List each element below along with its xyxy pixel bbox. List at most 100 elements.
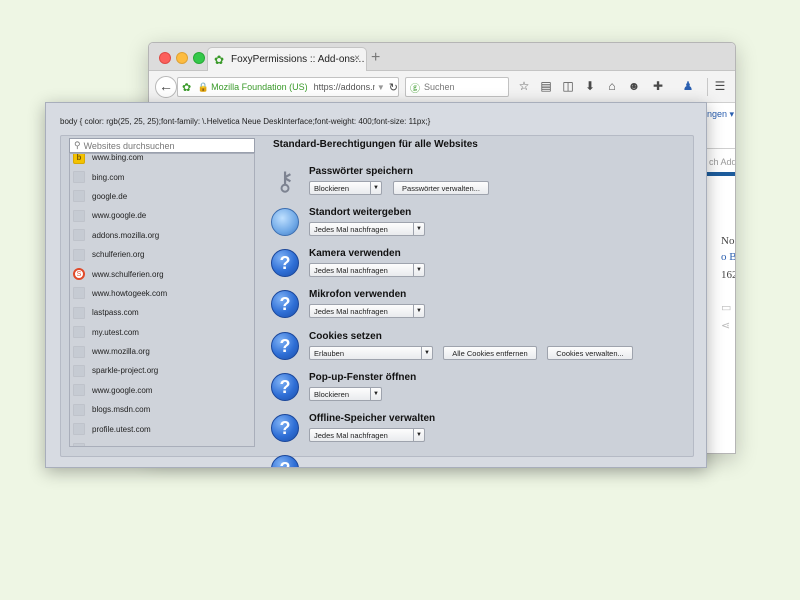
permission-offline-storage: ? Offline-Speicher verwalten Jedes Mal n…	[271, 413, 671, 451]
site-domain: profile.utest.com	[92, 424, 151, 434]
page-accent-bar	[705, 172, 735, 176]
minimize-window-button[interactable]	[176, 52, 188, 64]
bookmark-star-icon[interactable]: ☆	[517, 79, 531, 93]
permission-label: Standort weitergeben	[309, 207, 412, 218]
schulferien-icon: S	[73, 268, 85, 281]
blank-site-icon	[73, 384, 85, 397]
site-list-item[interactable]	[70, 439, 254, 446]
url-dropdown-icon[interactable]: ▼	[377, 83, 385, 92]
site-list-item[interactable]: sparkle-project.org	[70, 361, 254, 380]
close-window-button[interactable]	[159, 52, 171, 64]
passwords-select[interactable]: Blockieren ▼	[309, 181, 382, 195]
microphone-select[interactable]: Jedes Mal nachfragen ▼	[309, 304, 425, 318]
chevron-down-icon: ▼	[370, 182, 381, 194]
pocket-icon[interactable]: ◫	[561, 79, 575, 93]
permission-next-partial: ?	[271, 454, 671, 467]
site-list-item[interactable]: www.howtogeek.com	[70, 284, 254, 303]
new-tab-button[interactable]: +	[371, 49, 380, 67]
site-domain: lastpass.com	[92, 308, 139, 318]
site-domain: www.google.com	[92, 385, 153, 395]
site-identity[interactable]: Mozilla Foundation (US)	[211, 82, 308, 92]
select-value: Blockieren	[314, 183, 350, 193]
downloads-icon[interactable]: ⬇	[583, 79, 597, 93]
blank-site-icon	[73, 209, 85, 222]
tab-close-icon[interactable]: ×	[354, 53, 360, 64]
share-icon[interactable]: ⋖	[721, 319, 730, 332]
blank-site-icon	[73, 171, 85, 184]
home-icon[interactable]: ⌂	[605, 79, 619, 93]
search-placeholder: Suchen	[424, 82, 455, 92]
help-icon: ?	[271, 414, 299, 442]
reload-icon[interactable]: ↻	[389, 81, 398, 94]
back-button[interactable]: ←	[155, 76, 177, 98]
permission-label: Offline-Speicher verwalten	[309, 413, 436, 424]
search-bar[interactable]: ⓖ Suchen	[405, 77, 509, 97]
site-domain: bing.com	[92, 172, 125, 182]
cookies-select[interactable]: Erlauben ▼	[309, 346, 433, 360]
bookmarks-list-icon[interactable]: ▤	[539, 79, 553, 93]
site-list-item[interactable]: blogs.msdn.com	[70, 400, 254, 419]
site-list-item[interactable]: b www.bing.com	[70, 153, 254, 167]
page-divider	[705, 148, 735, 149]
foxypermissions-icon[interactable]: ♟	[681, 79, 695, 93]
extension-icon: ✿	[182, 81, 192, 94]
page-menu-link[interactable]: ngen ▾	[707, 109, 734, 120]
site-list-item[interactable]: www.mozilla.org	[70, 342, 254, 361]
chevron-down-icon: ▼	[413, 305, 424, 317]
site-domain: www.bing.com	[92, 153, 144, 163]
site-list-item[interactable]: profile.utest.com	[70, 419, 254, 438]
remove-all-cookies-button[interactable]: Alle Cookies entfernen	[443, 346, 537, 360]
zoom-window-button[interactable]	[193, 52, 205, 64]
site-search-input[interactable]: ⚲ Websites durchsuchen	[69, 138, 255, 153]
site-domain: www.google.de	[92, 211, 147, 221]
manage-passwords-button[interactable]: Passwörter verwalten...	[393, 181, 489, 195]
site-list-item[interactable]: www.google.de	[70, 206, 254, 225]
offline-storage-select[interactable]: Jedes Mal nachfragen ▼	[309, 428, 425, 442]
site-list-item[interactable]: my.utest.com	[70, 323, 254, 342]
site-list-item[interactable]: bing.com	[70, 167, 254, 186]
blank-site-icon	[73, 248, 85, 261]
permission-label: Cookies setzen	[309, 331, 382, 342]
popups-select[interactable]: Blockieren ▼	[309, 387, 382, 401]
permissions-title: Standard-Berechtigungen für alle Website…	[273, 139, 478, 150]
site-domain: www.schulferien.org	[92, 269, 164, 279]
site-list-item[interactable]: www.google.com	[70, 381, 254, 400]
page-search-text[interactable]: ch Add	[709, 157, 735, 167]
manage-cookies-button[interactable]: Cookies verwalten...	[547, 346, 633, 360]
chevron-down-icon: ▼	[421, 347, 432, 359]
site-list-item[interactable]: schulferien.org	[70, 245, 254, 264]
blank-site-icon	[73, 403, 85, 416]
menu-icon[interactable]: ☰	[713, 79, 727, 93]
permission-label: Mikrofon verwenden	[309, 289, 407, 300]
puzzle-icon: ✿	[214, 52, 225, 67]
permission-label: Kamera verwenden	[309, 248, 401, 259]
site-domain: addons.mozilla.org	[92, 230, 160, 240]
camera-select[interactable]: Jedes Mal nachfragen ▼	[309, 263, 425, 277]
page-link-line[interactable]: o B	[721, 251, 735, 263]
addon-icon[interactable]: ✚	[651, 79, 665, 93]
browser-tab[interactable]: ✿ FoxyPermissions :: Add-ons… ×	[207, 47, 367, 71]
url-text[interactable]: https://addons.m	[314, 82, 375, 92]
url-bar[interactable]: ✿ 🔒 Mozilla Foundation (US) https://addo…	[177, 77, 399, 97]
site-domain: sparkle-project.org	[92, 366, 159, 376]
site-list-item[interactable]: addons.mozilla.org	[70, 226, 254, 245]
lock-icon: 🔒	[197, 81, 210, 92]
help-icon: ?	[271, 290, 299, 318]
search-engine-icon[interactable]: ⓖ	[410, 80, 420, 95]
chevron-down-icon: ▼	[413, 429, 424, 441]
location-select[interactable]: Jedes Mal nachfragen ▼	[309, 222, 425, 236]
site-list-item[interactable]: Swww.schulferien.org	[70, 264, 254, 283]
tab-title: FoxyPermissions :: Add-ons…	[231, 54, 365, 65]
site-list-item[interactable]: lastpass.com	[70, 303, 254, 322]
select-value: Blockieren	[314, 389, 350, 399]
chat-icon[interactable]: ☻	[627, 79, 641, 93]
site-domain: blogs.msdn.com	[92, 405, 151, 415]
site-list[interactable]: b www.bing.com bing.com google.de www.google…	[69, 153, 255, 447]
site-list-item[interactable]: google.de	[70, 187, 254, 206]
permission-cookies: ? Cookies setzen Erlauben ▼ Alle Cookies…	[271, 331, 671, 369]
select-value: Jedes Mal nachfragen	[314, 265, 388, 275]
bing-icon: b	[73, 154, 85, 164]
location-icon	[271, 208, 299, 236]
calendar-icon: ▭	[721, 302, 732, 314]
blank-site-icon	[73, 306, 85, 319]
